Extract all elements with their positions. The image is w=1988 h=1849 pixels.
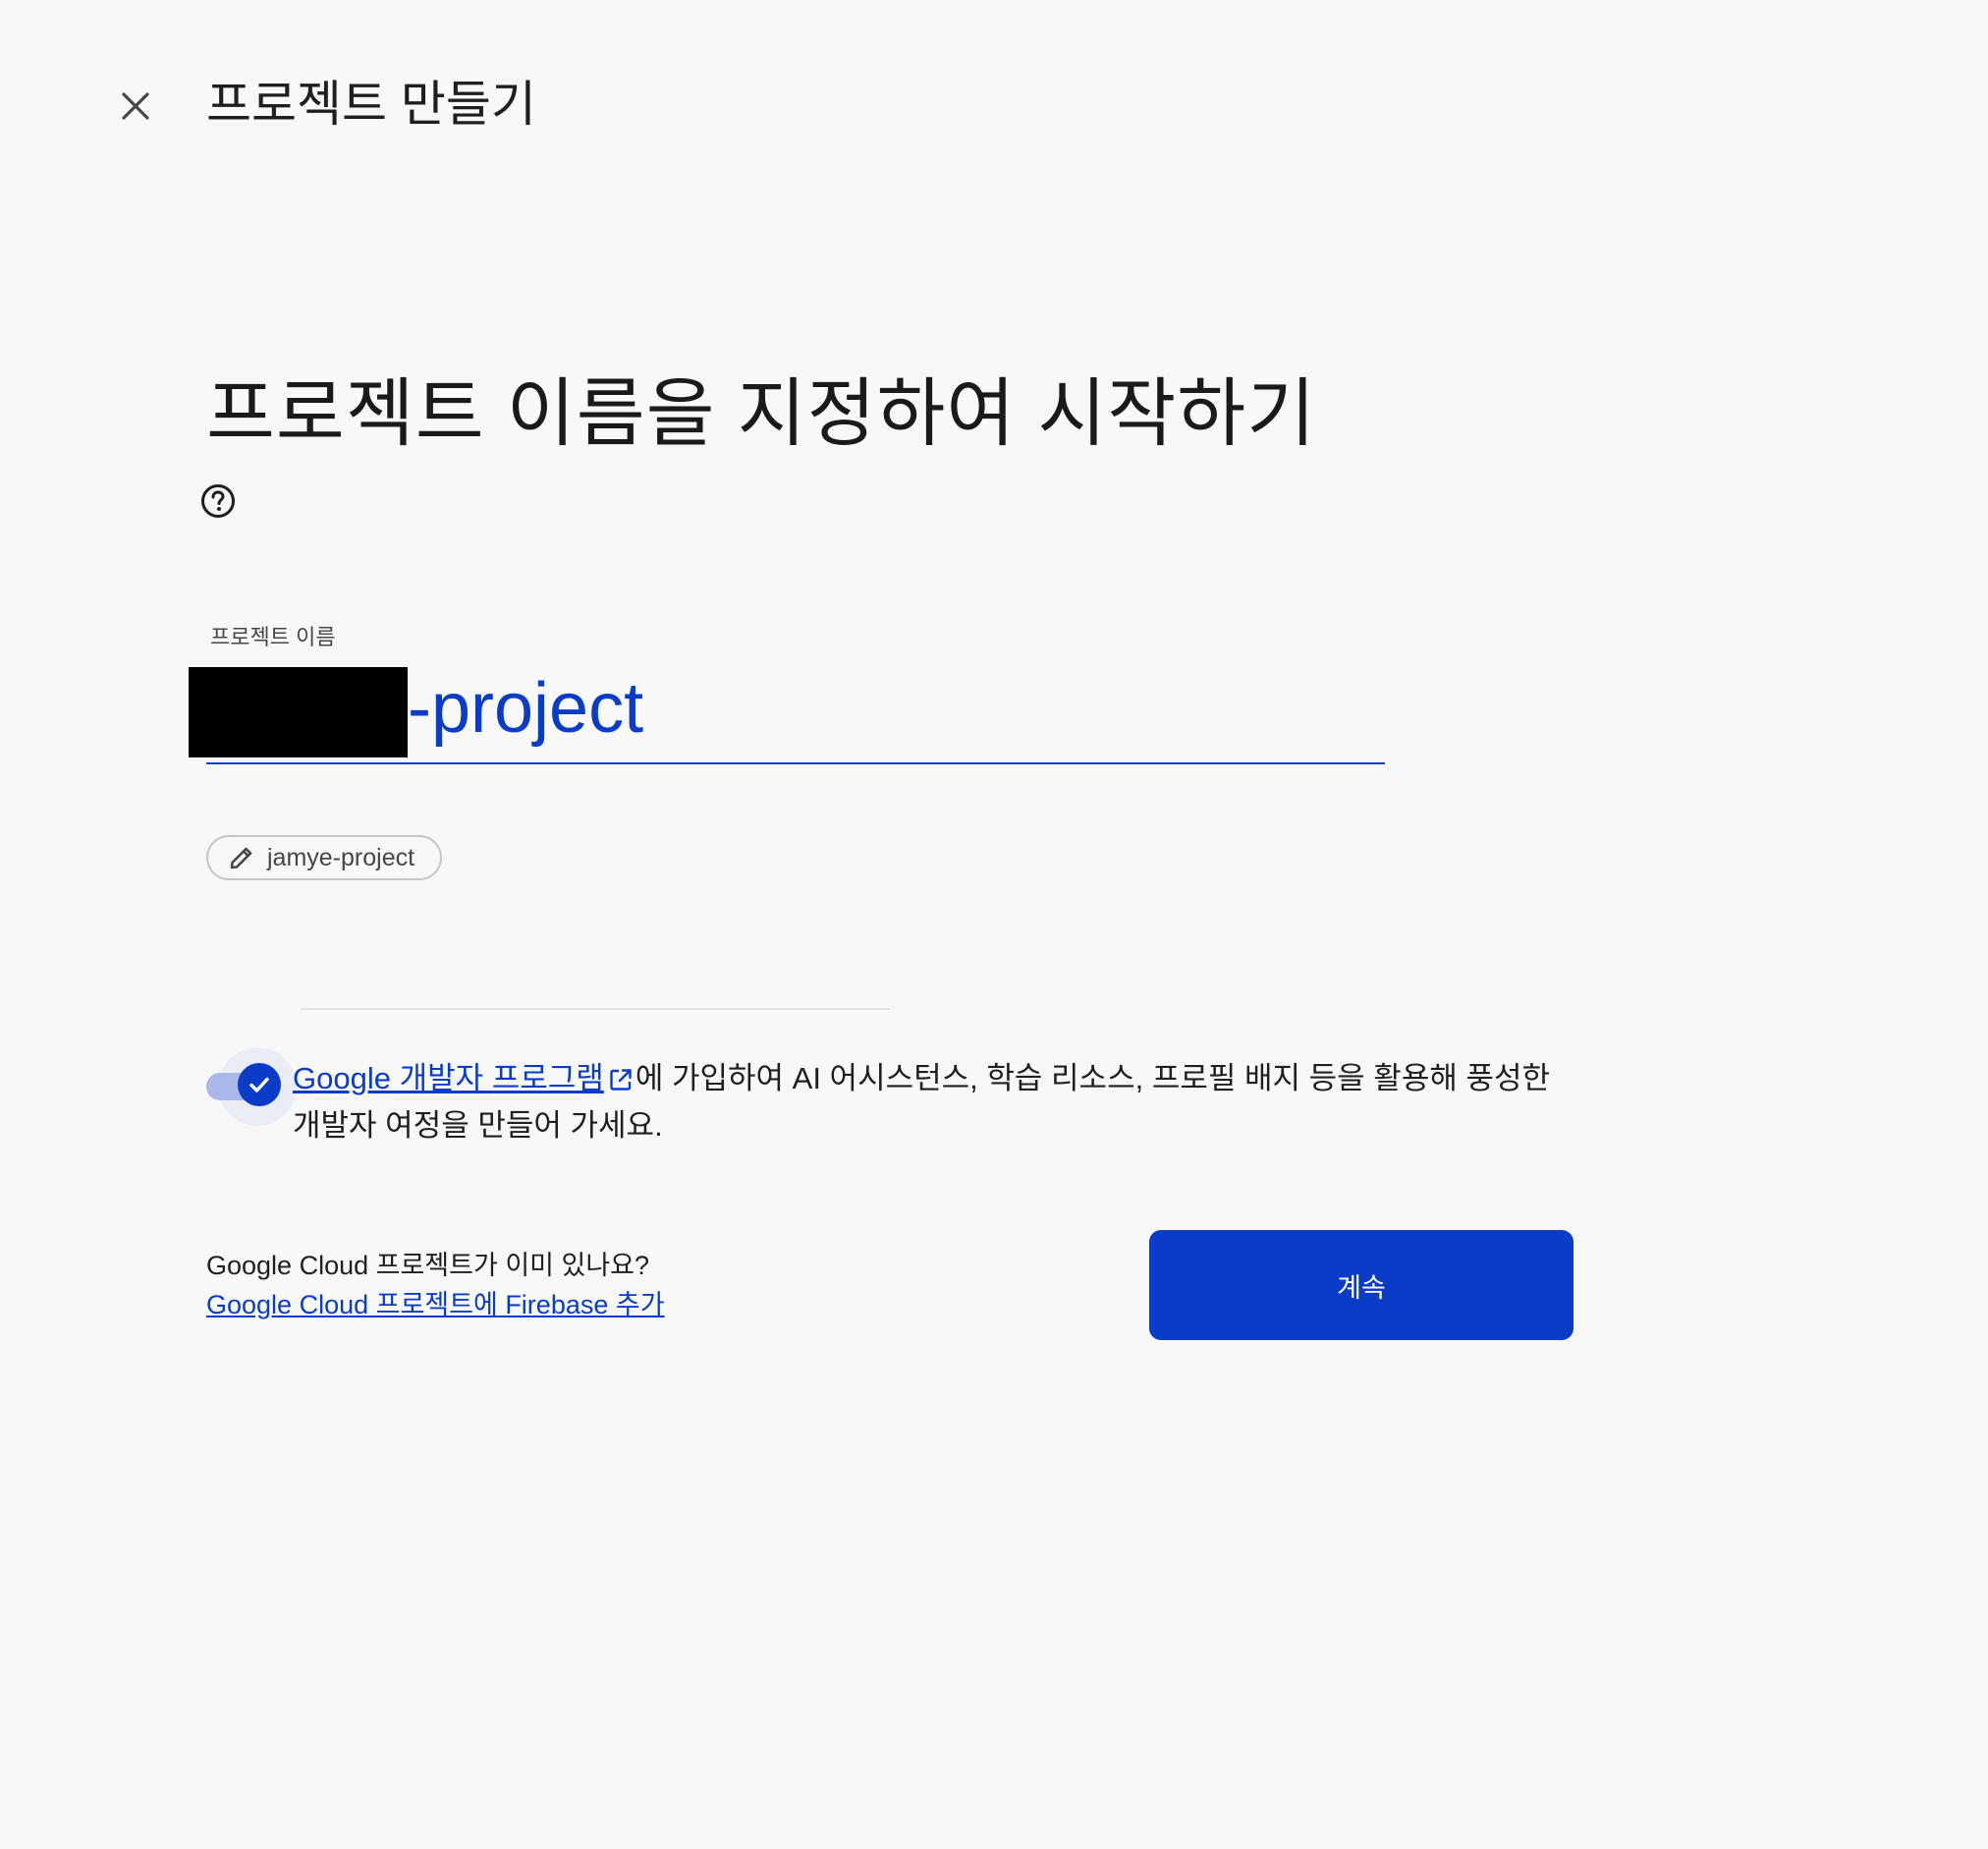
developer-program-text: Google 개발자 프로그램 에 가입하여 AI 어시스턴스, 학습 리소스,… — [293, 1055, 1560, 1149]
project-id-value: jamye-project — [267, 843, 415, 871]
divider — [301, 1008, 890, 1010]
header-title: 프로젝트 만들기 — [206, 77, 536, 132]
check-icon — [249, 1077, 269, 1093]
project-name-input[interactable]: -project — [189, 660, 1385, 764]
external-link-icon — [610, 1069, 632, 1091]
toggle-thumb — [238, 1063, 281, 1106]
project-name-label: 프로젝트 이름 — [210, 625, 336, 649]
continue-button[interactable]: 계속 — [1149, 1230, 1574, 1340]
developer-program-link[interactable]: Google 개발자 프로그램 — [293, 1061, 604, 1095]
help-circle-icon — [201, 484, 235, 518]
page-title: 프로젝트 이름을 지정하여 시작하기 — [206, 372, 1317, 456]
help-button[interactable] — [200, 483, 236, 519]
google-cloud-question: Google Cloud 프로젝트가 이미 있나요? — [206, 1251, 650, 1280]
field-underline — [206, 762, 1385, 764]
close-button[interactable] — [110, 81, 161, 132]
project-name-value: -project — [408, 669, 644, 748]
developer-program-toggle[interactable] — [206, 1047, 297, 1126]
add-firebase-link[interactable]: Google Cloud 프로젝트에 Firebase 추가 — [206, 1285, 665, 1324]
project-id-chip[interactable]: jamye-project — [206, 835, 443, 880]
pencil-icon — [230, 847, 252, 869]
redacted-text — [189, 667, 408, 757]
close-icon — [122, 92, 149, 120]
